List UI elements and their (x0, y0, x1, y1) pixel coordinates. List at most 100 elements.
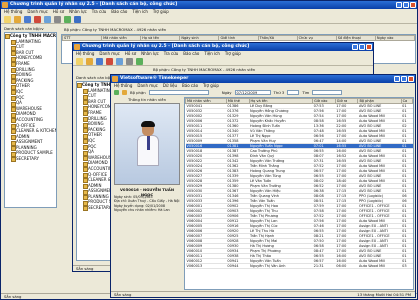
menu-catalog[interactable]: Danh mục (137, 83, 158, 89)
menu-staff[interactable]: Nhân lực (69, 9, 87, 15)
table-cell: Nguyễn Thị Vân Anh (249, 263, 313, 269)
print-icon[interactable] (126, 57, 133, 65)
date-label: Ngày (221, 90, 232, 95)
app-icon (74, 44, 80, 50)
minimize-button[interactable] (352, 44, 358, 50)
photo-panel-header: Thông tin nhân viên (127, 97, 167, 102)
column-header[interactable]: Chức vụ (296, 35, 337, 41)
filter-bar: Bộ phận Ngày 07/12/2009 Thứ 3 Tìm (111, 89, 415, 96)
menu-staff[interactable]: Nhân lực (141, 51, 159, 57)
title-bar[interactable]: Chương trình quản lý nhân sự 2.5 - [Danh… (1, 1, 417, 9)
menu-search[interactable]: Tra cứu (164, 51, 179, 57)
maximize-button[interactable] (359, 44, 365, 50)
menu-help[interactable]: Trợ giúp (153, 9, 169, 15)
maximize-button[interactable] (403, 2, 409, 8)
menu-reports[interactable]: Báo cáo (111, 9, 127, 15)
department-tree[interactable]: Công ty TNHH MACROMAX LAMINATING CUT BAR… (4, 32, 57, 208)
help-icon[interactable] (74, 15, 81, 23)
status-text: Sẵn sàng (4, 294, 22, 299)
table-cell: 03 (401, 263, 413, 269)
maximize-button[interactable] (401, 76, 407, 82)
menu-search[interactable]: Tra cứu (92, 9, 107, 15)
refresh-icon[interactable] (114, 90, 119, 95)
status-bar: Sẵn sàng 13 tháng Mười Hai 04:51 PM (111, 291, 415, 297)
employee-photo (114, 103, 180, 185)
menu-help[interactable]: Trợ giúp (203, 83, 219, 89)
app-icon (112, 76, 118, 82)
employee-details: Ngày sinh: 05/09/1985 Địa chỉ: Xuân Thuỷ… (114, 195, 182, 213)
window-title: Chương trình quản lý nhân sự 2.5 - [Danh… (82, 44, 250, 49)
menu-tools[interactable]: Tiện ích (204, 51, 220, 57)
department-info: Bộ phận: Công ty TNHH MACROMAX - 4926 nh… (153, 67, 256, 72)
refresh-icon[interactable] (64, 15, 71, 23)
close-button[interactable] (366, 44, 372, 50)
save-icon[interactable] (24, 15, 31, 23)
delete-icon[interactable] (106, 57, 113, 65)
status-text: Sẵn sàng (76, 266, 94, 271)
filter-icon[interactable] (122, 90, 127, 95)
column-header[interactable]: Ngày sinh (179, 35, 220, 41)
column-header[interactable]: STT (62, 35, 103, 41)
app-icon (2, 2, 8, 8)
menu-catalog[interactable]: Danh mục (27, 9, 48, 15)
menu-reports[interactable]: Báo cáo (182, 83, 198, 89)
menu-data[interactable]: Dữ liệu (163, 83, 177, 89)
column-header[interactable]: Họ và tên (140, 35, 181, 41)
table-cell: 21:31 (312, 263, 336, 269)
menu-catalog[interactable]: Danh mục (99, 51, 120, 57)
find-icon[interactable] (116, 57, 123, 65)
menu-records[interactable]: Hồ sơ (53, 9, 64, 15)
timekeeper-window: Vietsoftware® Timekeeper Hệ thống Danh m… (110, 74, 416, 298)
find-label: Tìm (302, 90, 310, 95)
column-header[interactable]: Số điện thoại (335, 35, 376, 41)
delete-icon[interactable] (34, 15, 41, 23)
detail-line: Nguyễn chu nhân nhiêm: Hà Lan (114, 208, 170, 213)
minimize-button[interactable] (394, 76, 400, 82)
tree-title: Danh sách cán bộ/cv (4, 26, 44, 31)
department-label: Bộ phận (130, 90, 146, 95)
column-header[interactable]: Mã nhân viên (101, 35, 142, 41)
date-picker[interactable]: 07/12/2009 (234, 90, 271, 95)
attendance-grid[interactable]: Mã nhân viên Mã thẻ Họ và tên Giờ vào Gi… (184, 97, 414, 290)
shift-select[interactable] (287, 90, 300, 95)
toolbar (73, 57, 373, 66)
print-icon[interactable] (54, 15, 61, 23)
info-bar: Bộ phận: Công ty TNHH MACROMAX - 4926 nh… (61, 26, 414, 33)
table-cell: V060013 (185, 263, 227, 269)
new-icon[interactable] (76, 57, 83, 65)
column-header[interactable]: Giới tính (218, 35, 259, 41)
menu-system[interactable]: Hệ thống (76, 51, 94, 57)
person-figure (137, 121, 159, 166)
menu-tools[interactable]: Tiện ích (132, 9, 148, 15)
close-button[interactable] (408, 76, 414, 82)
open-icon[interactable] (14, 15, 21, 23)
close-button[interactable] (410, 2, 416, 8)
open-icon[interactable] (86, 57, 93, 65)
title-bar[interactable]: Vietsoftware® Timekeeper (111, 75, 415, 83)
menu-help[interactable]: Trợ giúp (225, 51, 241, 57)
department-info: Bộ phận: Công ty TNHH MACROMAX - 4926 nh… (64, 27, 167, 32)
menu-system[interactable]: Hệ thống (4, 9, 22, 15)
menu-system[interactable]: Hệ thống (114, 83, 132, 89)
window-title: Vietsoftware® Timekeeper (120, 76, 189, 81)
column-header[interactable]: Ngày vào (374, 35, 415, 41)
menu-records[interactable]: Hồ sơ (125, 51, 136, 57)
refresh-icon[interactable] (136, 57, 143, 65)
table-cell: 00944 (226, 263, 250, 269)
status-datetime: 13 tháng Mười Hai 04:51 PM (357, 292, 411, 297)
table-row[interactable]: V060013 00944 Nguyễn Thị Vân Anh 21:31 06:00… (185, 263, 413, 269)
new-icon[interactable] (4, 15, 11, 23)
hair-shape (141, 121, 155, 127)
column-header[interactable]: Thôn/Xã (257, 35, 298, 41)
menu-reports[interactable]: Báo cáo (183, 51, 199, 57)
save-icon[interactable] (96, 57, 103, 65)
find-icon[interactable] (44, 15, 51, 23)
minimize-button[interactable] (396, 2, 402, 8)
department-select[interactable] (148, 90, 209, 95)
title-bar[interactable]: Chương trình quản lý nhân sự 2.5 - [Danh… (73, 43, 373, 51)
status-text: Sẵn sàng (114, 292, 132, 297)
toolbar (1, 15, 417, 24)
window-title: Chương trình quản lý nhân sự 2.5 - [Danh… (10, 2, 178, 7)
find-input[interactable] (312, 90, 343, 95)
tree-item[interactable]: SECRETARY (5, 156, 56, 163)
